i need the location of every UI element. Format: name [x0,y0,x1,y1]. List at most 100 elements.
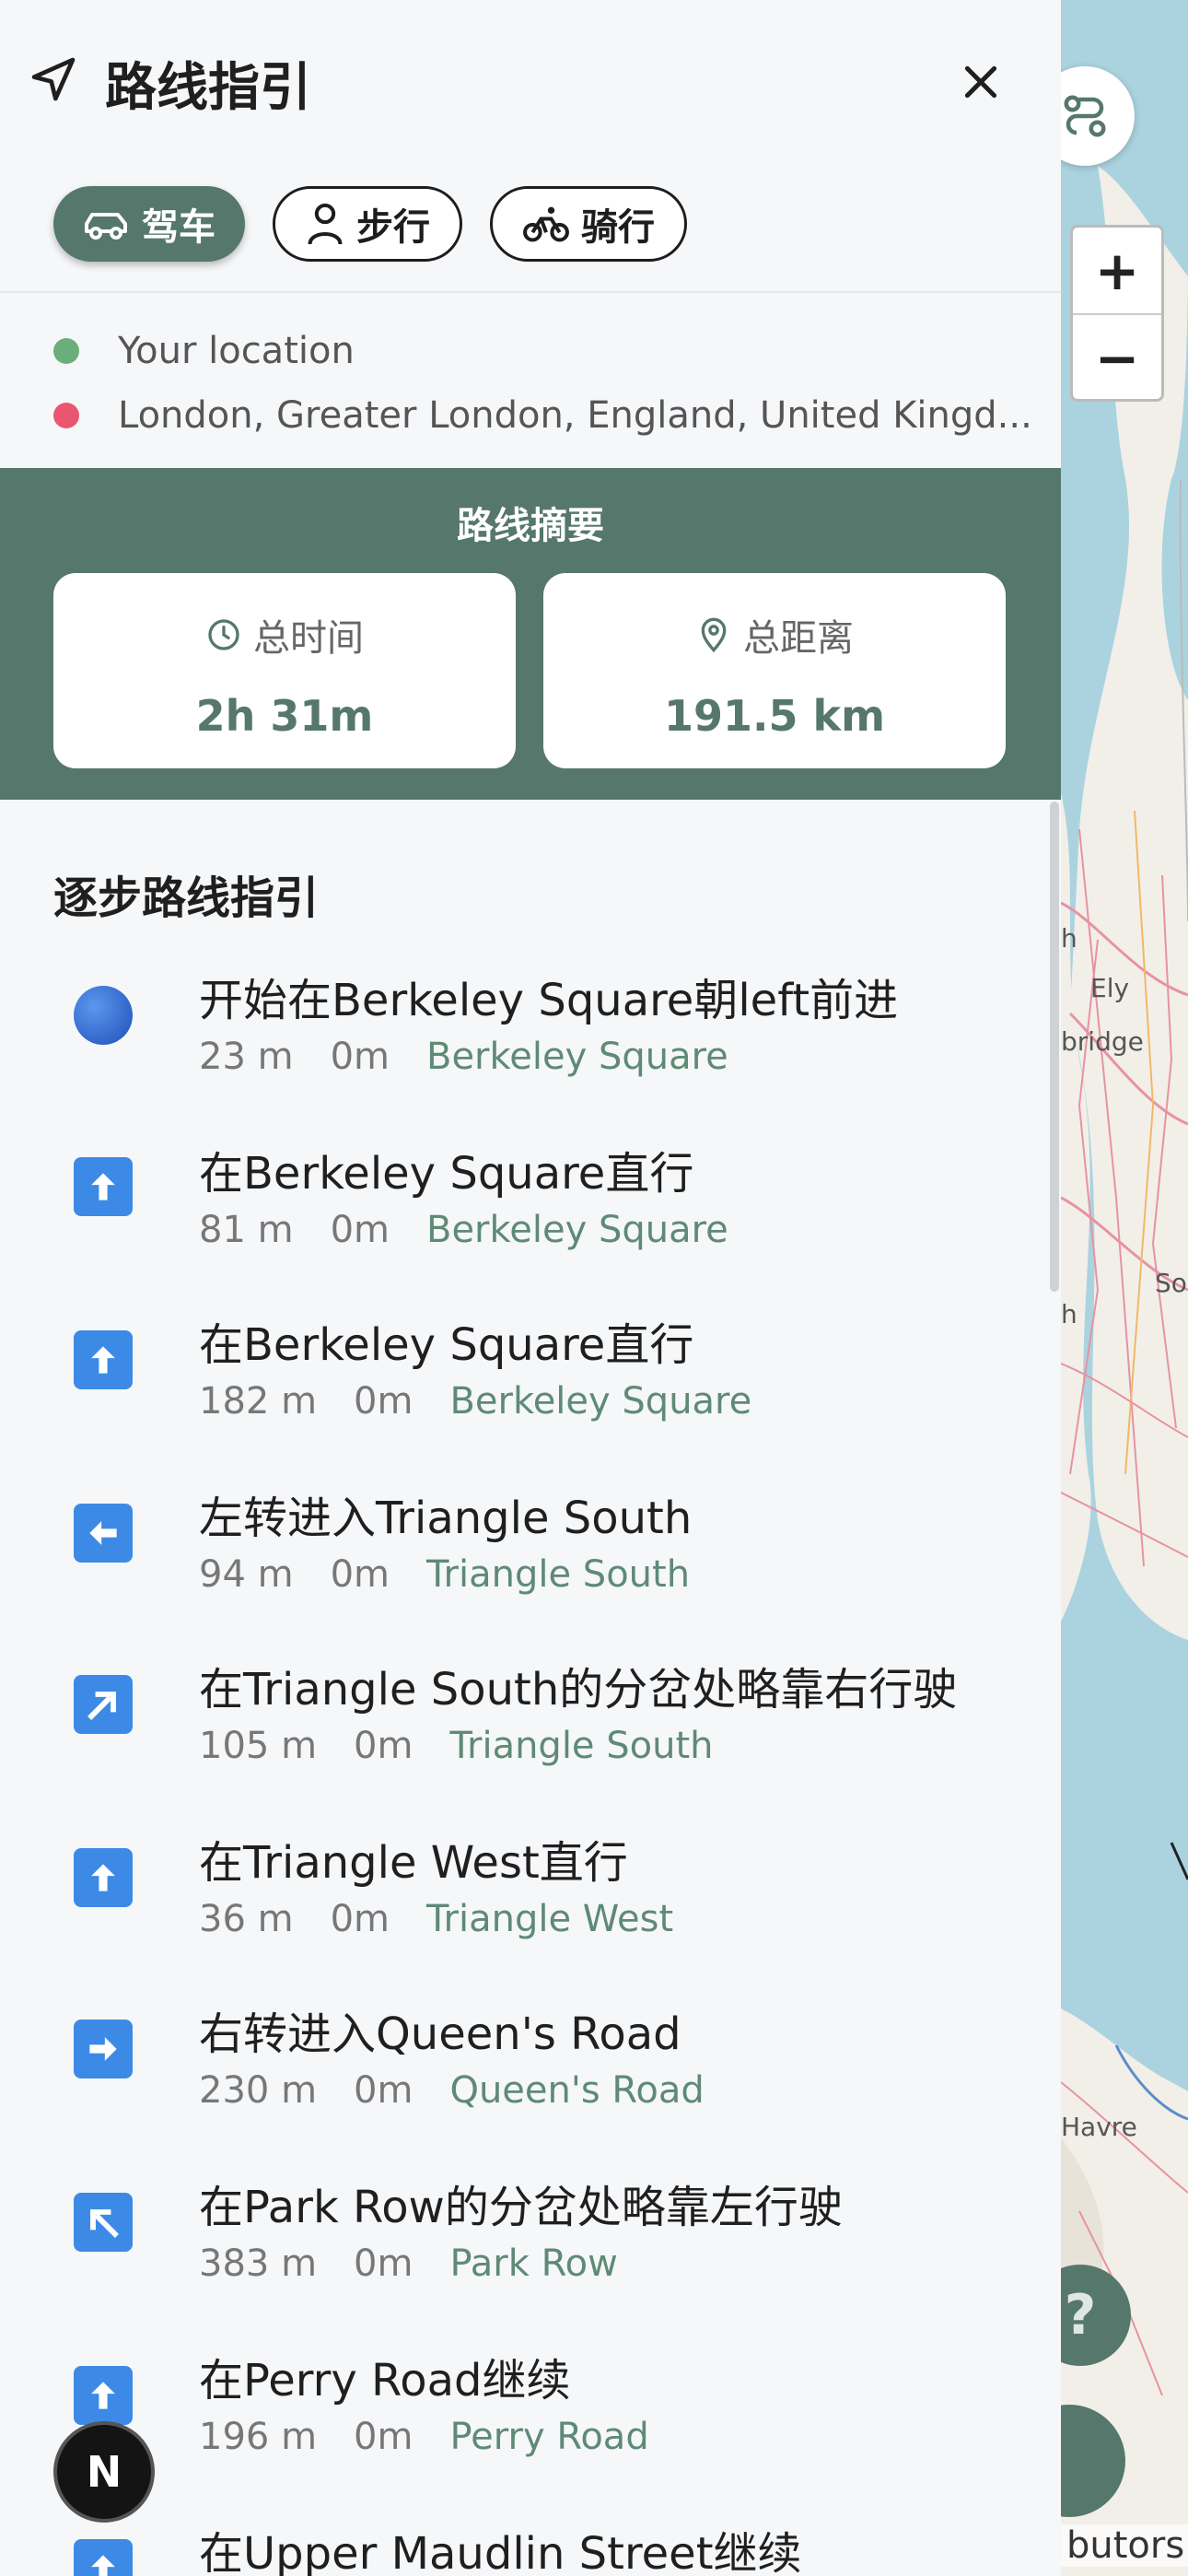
start-dot-icon [74,986,133,1045]
step-distance: 105 m [199,1725,318,1767]
step-instruction: 左转进入Triangle South [199,1493,693,1544]
total-time-card: 总时间 2h 31m [53,573,516,768]
step-road: Triangle West [426,1898,674,1940]
total-time-value: 2h 31m [195,691,374,741]
arrow-up-icon [74,1848,133,1907]
question-icon: ? [1064,2283,1097,2348]
step-time: 0m [354,1380,413,1423]
step-time: 0m [330,1553,390,1596]
step-distance: 94 m [199,1553,294,1596]
step-instruction: 右转进入Queen's Road [199,2008,681,2060]
total-time-label: 总时间 [253,617,364,660]
step-road: Berkeley Square [426,1036,728,1078]
arrow-up-icon [74,1157,133,1216]
step-road: Park Row [449,2242,618,2285]
step-item[interactable]: 在Triangle South的分岔处略靠右行驶 105 m 0m Triangle… [0,1653,1041,1824]
step-instruction: 在Triangle South的分岔处略靠右行驶 [199,1664,958,1715]
step-item[interactable]: 在Perry Road继续 196 m 0m Perry Road [0,2344,1041,2515]
mode-drive-label: 驾车 [142,206,215,249]
arrow-up-icon [74,1330,133,1389]
bike-icon [523,206,569,242]
directions-panel: 路线指引 驾车 步行 骑行 Your location London, Grea… [0,0,1061,2576]
step-item[interactable]: 右转进入Queen's Road 230 m 0m Queen's Road [0,1997,1041,2169]
car-icon [85,213,127,240]
map-place-label: So [1155,1268,1187,1298]
step-item[interactable]: 在Berkeley Square直行 81 m 0m Berkeley Square [0,1137,1041,1308]
step-instruction: 在Triangle West直行 [199,1837,628,1889]
destination-dot-icon [53,403,79,428]
scrollbar[interactable] [1050,802,1059,1292]
arrow-up-left-icon [74,2193,133,2252]
map-place-label: bridge [1061,1026,1144,1057]
steps-title: 逐步路线指引 [53,872,320,924]
step-instruction: 在Berkeley Square直行 [199,1319,694,1371]
destination-row[interactable]: London, Greater London, England, United … [53,394,1032,437]
map-place-label: h [1061,1299,1077,1329]
step-road: Queen's Road [449,2069,705,2112]
step-time: 0m [330,1036,390,1078]
step-distance: 36 m [199,1898,294,1940]
mode-bike-label: 骑行 [581,206,655,249]
step-time: 0m [354,2069,413,2112]
arrow-up-icon [74,2539,133,2576]
map-place-label: Ely [1090,973,1130,1003]
total-distance-value: 191.5 km [663,691,886,741]
arrow-up-right-icon [74,1675,133,1734]
map-place-label: Havre [1061,2112,1137,2142]
page-title: 路线指引 [105,58,311,118]
travel-mode-tabs: 驾车 步行 骑行 [53,186,687,262]
step-distance: 196 m [199,2416,318,2458]
zoom-in-button[interactable]: + [1073,228,1161,315]
arrow-right-icon [74,2020,133,2078]
step-item[interactable]: 在Upper Maudlin Street继续 [0,2517,1041,2576]
step-distance: 81 m [199,1209,294,1251]
step-instruction: 在Upper Maudlin Street继续 [199,2528,802,2576]
origin-dot-icon [53,338,79,364]
step-instruction: 在Perry Road继续 [199,2355,571,2406]
arrow-up-icon [74,2366,133,2425]
step-item[interactable]: 在Park Row的分岔处略靠左行驶 383 m 0m Park Row [0,2171,1041,2342]
nav-badge-button[interactable]: N [53,2421,155,2523]
route-summary: 路线摘要 总时间 2h 31m 总距离 191.5 km [0,468,1061,800]
step-instruction: 在Park Row的分岔处略靠左行驶 [199,2182,843,2233]
step-time: 0m [330,1898,390,1940]
step-time: 0m [354,1725,413,1767]
mode-walk-button[interactable]: 步行 [273,186,462,262]
step-item[interactable]: 在Berkeley Square直行 182 m 0m Berkeley Squar… [0,1308,1041,1480]
step-road: Triangle South [449,1725,714,1767]
clock-icon [208,619,239,650]
zoom-out-button[interactable]: − [1073,315,1161,399]
total-distance-label: 总距离 [743,617,854,660]
step-item[interactable]: 开始在Berkeley Square朝left前进 23 m 0m Berkeley… [0,964,1041,1135]
step-item[interactable]: 左转进入Triangle South 94 m 0m Triangle South [0,1481,1041,1653]
step-distance: 230 m [199,2069,318,2112]
arrow-left-icon [74,1504,133,1563]
panel-header: 路线指引 [0,0,1061,157]
step-time: 0m [354,2242,413,2285]
mode-drive-button[interactable]: 驾车 [53,186,245,262]
route-icon [1064,95,1106,137]
step-instruction: 开始在Berkeley Square朝left前进 [199,975,899,1026]
step-time: 0m [354,2416,413,2458]
step-instruction: 在Berkeley Square直行 [199,1148,694,1200]
step-time: 0m [330,1209,390,1251]
zoom-control: + − [1070,225,1164,402]
mode-bike-button[interactable]: 骑行 [490,186,687,262]
destination-text: London, Greater London, England, United … [118,394,1032,437]
map-place-label: h [1061,923,1077,954]
step-road: Triangle South [426,1553,691,1596]
navigation-arrow-icon [31,57,76,101]
total-distance-card: 总距离 191.5 km [543,573,1006,768]
step-road: Perry Road [449,2416,649,2458]
step-distance: 383 m [199,2242,318,2285]
step-item[interactable]: 在Triangle West直行 36 m 0m Triangle West [0,1826,1041,1997]
step-distance: 182 m [199,1380,318,1423]
step-road: Berkeley Square [449,1380,752,1423]
summary-title: 路线摘要 [457,505,604,547]
divider [0,291,1061,293]
origin-row[interactable]: Your location [53,330,355,372]
close-icon[interactable] [958,59,1004,105]
map-attribution[interactable]: butors [1061,2524,1188,2567]
location-pin-icon [701,617,727,653]
origin-text: Your location [118,330,355,372]
